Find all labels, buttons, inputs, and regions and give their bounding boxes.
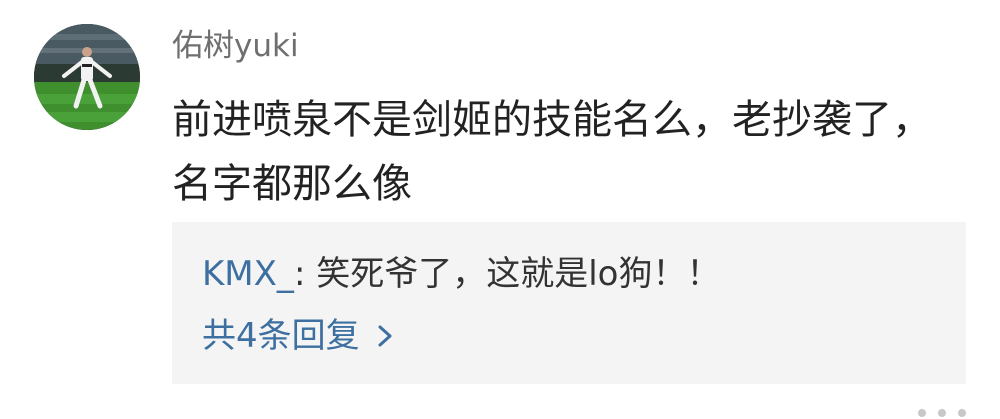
comment-username[interactable]: 佑树yuki	[172, 26, 299, 66]
comment-text-line: 名字都那么像	[172, 161, 412, 207]
reply-box[interactable]: KMX_: 笑死爷了，这就是lo狗！！ 共4条回复	[172, 222, 966, 384]
reply-author[interactable]: KMX_	[202, 254, 294, 294]
reply-item[interactable]: KMX_: 笑死爷了，这就是lo狗！！	[202, 252, 720, 296]
replies-count-label: 共4条回复	[202, 316, 360, 356]
more-options-icon[interactable]	[912, 407, 972, 419]
chevron-right-icon	[370, 321, 400, 351]
comment-text: 前进喷泉不是剑姬的技能名么，老抄袭了， 名字都那么像	[172, 88, 962, 216]
reply-separator: :	[293, 254, 306, 294]
avatar-photo	[34, 24, 140, 130]
comment-text-line: 前进喷泉不是剑姬的技能名么，老抄袭了，	[172, 97, 932, 143]
view-all-replies-link[interactable]: 共4条回复	[202, 314, 400, 358]
avatar[interactable]	[34, 24, 140, 130]
reply-text: 笑死爷了，这就是lo狗！！	[305, 254, 721, 294]
